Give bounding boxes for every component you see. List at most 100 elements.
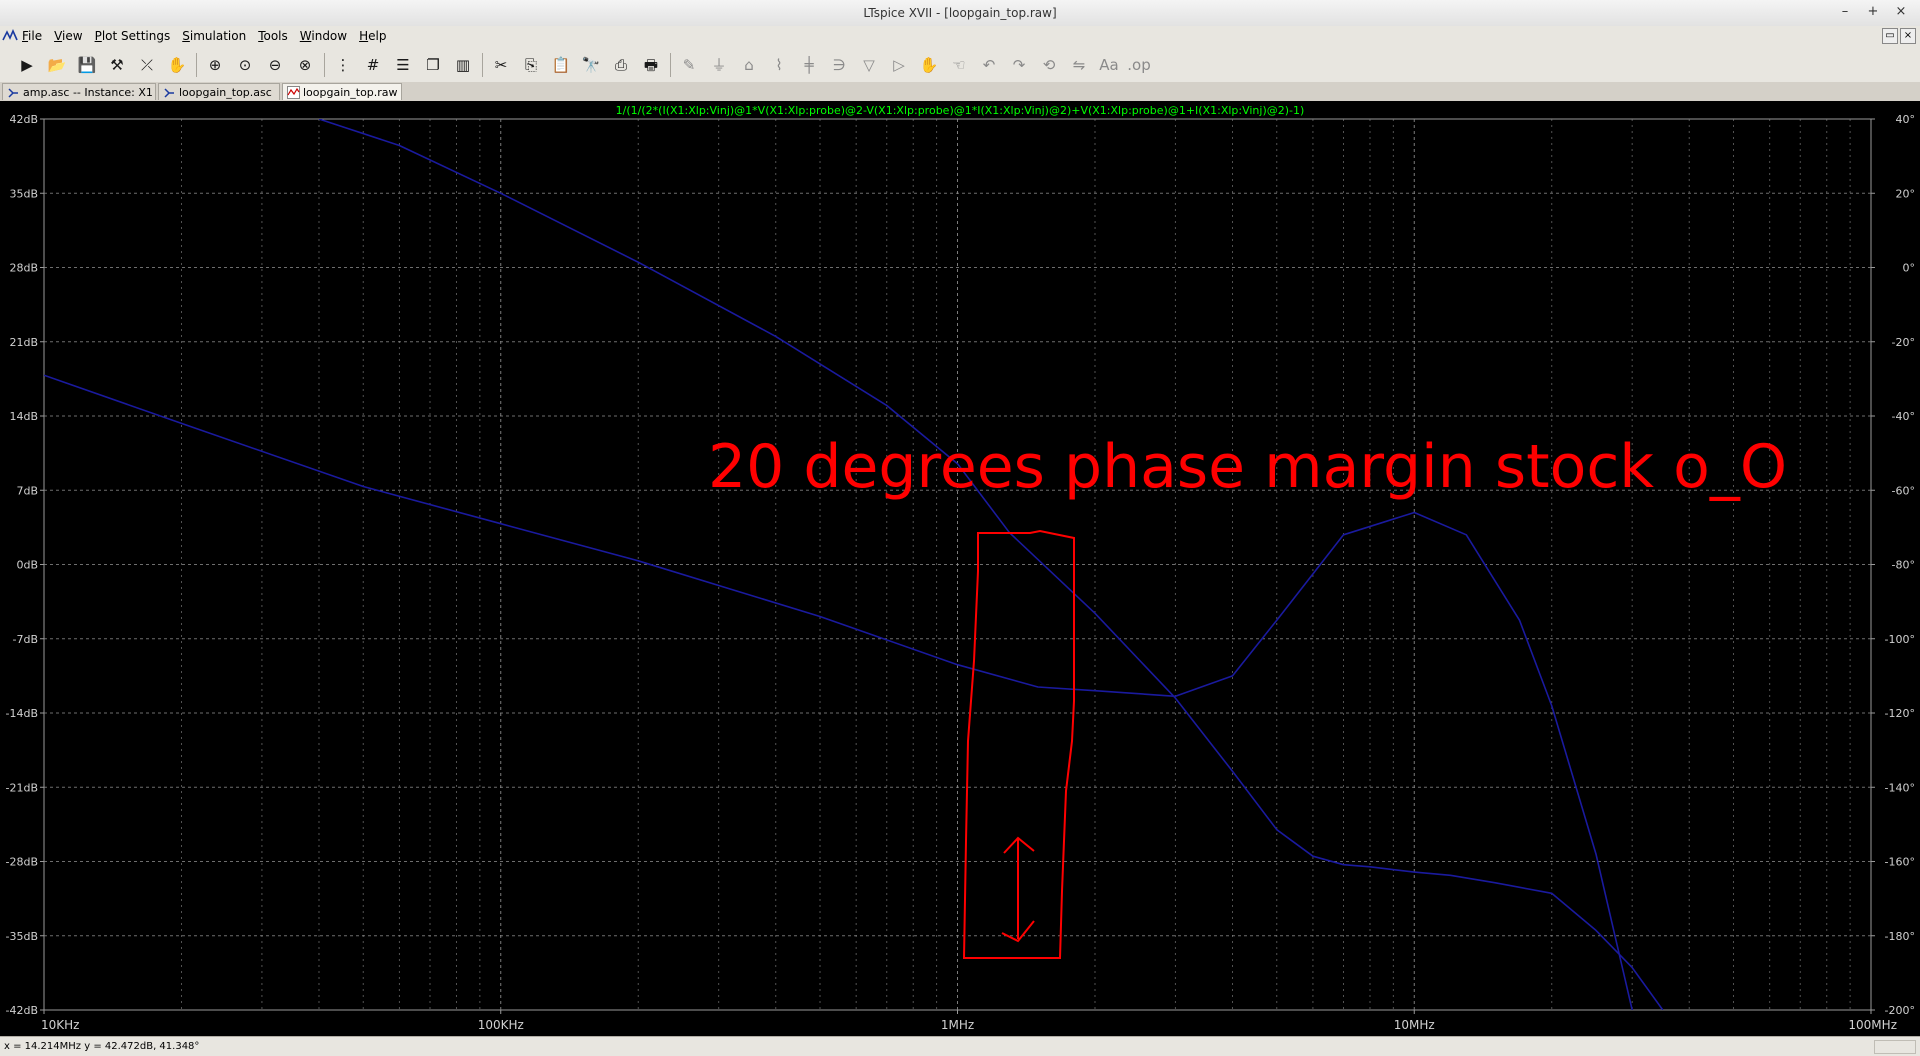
x-tick-label: 100MHz [1848,1018,1897,1032]
y-right-tick-label: -60° [1892,484,1915,497]
diode-icon[interactable]: ▽ [856,53,882,77]
close-button[interactable]: × [1890,3,1912,21]
mdi-close-button[interactable]: × [1900,28,1916,44]
menu-view[interactable]: View [54,29,91,43]
spice-directive-icon[interactable]: .op [1126,53,1152,77]
ltspice-app-icon[interactable] [2,28,18,44]
x-tick-label: 10KHz [41,1018,79,1032]
window-title: LTspice XVII - [loopgain_top.raw] [863,6,1057,20]
x-tick-label: 10MHz [1394,1018,1435,1032]
waveform-icon [287,86,300,99]
title-bar: LTspice XVII - [loopgain_top.raw] – + × [0,0,1920,27]
tab-loopgain-top-asc[interactable]: loopgain_top.asc [158,83,280,100]
y-left-tick-label: -42dB [6,1004,39,1017]
y-right-tick-label: -100° [1885,633,1915,646]
tile-horizontal-icon[interactable]: ☰ [390,53,416,77]
y-left-tick-label: -35dB [6,930,39,943]
menu-plot-settings[interactable]: Plot Settings [95,29,180,43]
y-left-tick-label: -21dB [6,781,39,794]
menu-bar: File View Plot Settings Simulation Tools… [0,26,1920,49]
copy-icon[interactable]: ⎘ [518,53,544,77]
run-icon[interactable]: ▶ [14,53,40,77]
rotate-icon[interactable]: ⟲ [1036,53,1062,77]
toolbar: ▶ 📂 💾 ⚒ ⤫ ✋ ⊕ ⊙ ⊖ ⊗ ⋮ # ☰ ❐ ▥ ✂ ⎘ 📋 🔭 ⎙ 🖶 ✎ ⏚ ⌂ ⌇ ╪ ∋ ▽ ▷ ✋ ☜ ↶ ↷ ⟲ ⇋ Aa .op [0,48,1920,83]
control-panel-icon[interactable]: ⚒ [104,53,130,77]
save-icon[interactable]: 💾 [74,53,100,77]
status-bar: x = 14.214MHz y = 42.472dB, 41.348° [0,1036,1920,1056]
menu-window[interactable]: Window [300,29,356,43]
x-tick-label: 1MHz [941,1018,974,1032]
cut-icon[interactable]: ✂ [488,53,514,77]
zoom-fit-icon[interactable]: ⊗ [292,53,318,77]
y-left-tick-label: 21dB [9,336,38,349]
trace-expression-title[interactable]: 1/(1/(2*(I(X1:Xlp:Vinj)@1*V(X1:Xlp:probe… [616,104,1305,117]
zoom-area-icon[interactable]: ⊙ [232,53,258,77]
wire-icon[interactable]: ✎ [676,53,702,77]
y-left-tick-label: -14dB [6,707,39,720]
undo-icon[interactable]: ↶ [976,53,1002,77]
menu-file[interactable]: File [22,29,51,43]
y-left-tick-label: 28dB [9,262,38,275]
capacitor-icon[interactable]: ╪ [796,53,822,77]
y-right-tick-label: -160° [1885,856,1915,869]
paste-icon[interactable]: 📋 [548,53,574,77]
minimize-button[interactable]: – [1834,3,1856,21]
text-icon[interactable]: Aa [1096,53,1122,77]
y-left-tick-label: 35dB [9,187,38,200]
component-icon[interactable]: ▷ [886,53,912,77]
mdi-restore-button[interactable]: ▭ [1882,28,1898,44]
tile-vertical-icon[interactable]: ▥ [450,53,476,77]
cascade-icon[interactable]: ❐ [420,53,446,77]
redo-icon[interactable]: ↷ [1006,53,1032,77]
y-left-tick-label: 0dB [16,559,38,572]
y-left-tick-label: 14dB [9,410,38,423]
schematic-icon [164,88,174,98]
annotation-text: 20 degrees phase margin stock o_O [708,432,1787,502]
drag-icon[interactable]: ☜ [946,53,972,77]
toolbar-separator [670,53,671,77]
find-icon[interactable]: 🔭 [578,53,604,77]
tab-amp-asc[interactable]: amp.asc -- Instance: X1 [2,83,156,100]
open-icon[interactable]: 📂 [44,53,70,77]
y-right-tick-label: -40° [1892,410,1915,423]
y-right-tick-label: -200° [1885,1004,1915,1017]
y-right-tick-label: -180° [1885,930,1915,943]
print-setup-icon[interactable]: ⎙ [608,53,634,77]
tab-loopgain-top-raw[interactable]: loopgain_top.raw [282,83,402,100]
waveform-viewer[interactable]: 42dB 35dB 28dB 21dB 14dB 7dB 0dB -7dB -14dB -21dB… [0,101,1920,1036]
y-left-tick-label: 42dB [9,113,38,126]
menu-tools[interactable]: Tools [258,29,297,43]
plot-grid [43,118,1872,1011]
y-right-tick-label: -120° [1885,707,1915,720]
y-right-tick-label: -20° [1892,336,1915,349]
x-tick-label: 100KHz [478,1018,524,1032]
label-icon[interactable]: ⌂ [736,53,762,77]
move-icon[interactable]: ✋ [916,53,942,77]
autorange-icon[interactable]: ⋮ [330,53,356,77]
tab-label: loopgain_top.raw [303,86,398,99]
menu-help[interactable]: Help [359,29,395,43]
ground-icon[interactable]: ⏚ [706,53,732,77]
annotation-double-arrow [1001,836,1035,943]
bode-plot[interactable]: 42dB 35dB 28dB 21dB 14dB 7dB 0dB -7dB -14dB -21dB… [0,101,1920,1036]
print-icon[interactable]: 🖶 [638,53,664,77]
maximize-button[interactable]: + [1862,3,1884,21]
resistor-icon[interactable]: ⌇ [766,53,792,77]
y-left-tick-label: 7dB [16,484,38,497]
cursor-readout: x = 14.214MHz y = 42.472dB, 41.348° [4,1041,200,1052]
pan-hand-icon[interactable]: ✋ [164,53,190,77]
toolbar-separator [482,53,483,77]
resize-grip[interactable] [1874,1040,1916,1054]
menu-simulation[interactable]: Simulation [182,29,255,43]
grid-icon[interactable]: # [360,53,386,77]
inductor-icon[interactable]: ∋ [826,53,852,77]
toolbar-separator [324,53,325,77]
axis-tick-labels: 42dB 35dB 28dB 21dB 14dB 7dB 0dB -7dB -14dB -21dB… [6,113,1916,1032]
zoom-in-icon[interactable]: ⊕ [202,53,228,77]
probe-icon[interactable]: ⤫ [134,53,160,77]
y-right-tick-label: -140° [1885,781,1915,794]
zoom-out-icon[interactable]: ⊖ [262,53,288,77]
y-right-tick-label: 20° [1896,187,1916,200]
schematic-icon [8,88,18,98]
mirror-icon[interactable]: ⇋ [1066,53,1092,77]
